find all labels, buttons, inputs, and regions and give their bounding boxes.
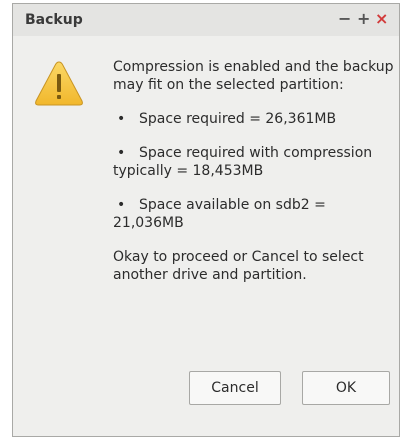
backup-dialog: Backup − + × Compression is enabled and …: [12, 3, 400, 437]
bullet-space-required: • Space required = 26,361MB: [113, 110, 395, 128]
bullet-space-compressed: • Space required with compression typical…: [113, 144, 395, 180]
dialog-message: Compression is enabled and the backup ma…: [113, 58, 395, 284]
warning-icon: [35, 61, 83, 106]
bullet-text: Space available on sdb2 = 21,036MB: [113, 197, 326, 231]
ok-button[interactable]: OK: [302, 371, 390, 405]
bullet-text: Space required = 26,361MB: [139, 111, 337, 127]
bullet-marker: •: [117, 197, 126, 213]
message-outro: Okay to proceed or Cancel to select anot…: [113, 249, 364, 283]
window-title: Backup: [25, 12, 83, 28]
close-button[interactable]: ×: [375, 10, 388, 28]
titlebar[interactable]: Backup − + ×: [13, 4, 399, 36]
minimize-button[interactable]: −: [338, 10, 351, 28]
bullet-text: Space required with compression typicall…: [113, 145, 373, 179]
bullet-space-available: • Space available on sdb2 = 21,036MB: [113, 196, 395, 232]
bullet-marker: •: [117, 145, 126, 161]
maximize-button[interactable]: +: [357, 10, 370, 28]
message-intro: Compression is enabled and the backup ma…: [113, 59, 394, 93]
cancel-button[interactable]: Cancel: [189, 371, 281, 405]
bullet-marker: •: [117, 111, 126, 127]
